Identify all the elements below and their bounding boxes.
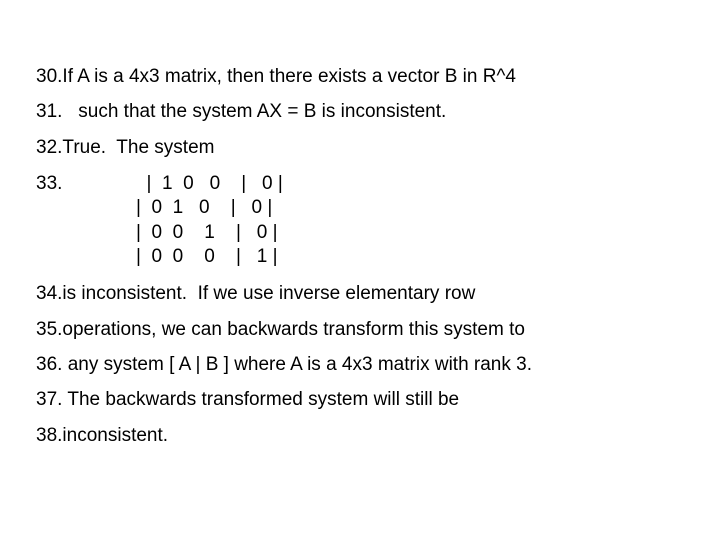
item-number: 34. — [36, 283, 62, 305]
item-text: operations, we can backwards transform t… — [62, 319, 525, 340]
item-number: 38. — [36, 425, 62, 447]
item-number: 36. — [36, 354, 62, 376]
list-item: 35.operations, we can backwards transfor… — [36, 319, 684, 341]
item-text: such that the system AX = B is inconsist… — [62, 101, 446, 122]
list-item: 30.If A is a 4x3 matrix, then there exis… — [36, 66, 684, 88]
item-text: If A is a 4x3 matrix, then there exists … — [62, 66, 516, 87]
matrix-row-text: | 0 1 0 | 0 | — [136, 197, 272, 218]
matrix-row: 33. | 1 0 0 | 0 | — [36, 172, 684, 196]
list-item: 32.True. The system — [36, 137, 684, 159]
item-number: 33. — [36, 172, 136, 196]
item-number: 35. — [36, 319, 62, 341]
item-text: any system [ A | B ] where A is a 4x3 ma… — [62, 354, 532, 375]
item-text: True. The system — [62, 137, 214, 158]
item-number: 37. — [36, 389, 62, 411]
matrix-row: | 0 0 0 | 1 | — [36, 245, 684, 269]
item-text: is inconsistent. If we use inverse eleme… — [62, 283, 475, 304]
item-number: 32. — [36, 137, 62, 159]
list-item: 34.is inconsistent. If we use inverse el… — [36, 283, 684, 305]
item-text: inconsistent. — [62, 425, 168, 446]
matrix-row-text: | 1 0 0 | 0 | — [136, 173, 283, 194]
item-number: 31. — [36, 101, 62, 123]
matrix-row-text: | 0 0 0 | 1 | — [136, 246, 278, 267]
matrix-row-text: | 0 0 1 | 0 | — [136, 222, 278, 243]
matrix-block: 33. | 1 0 0 | 0 | | 0 1 0 | 0 | | 0 0 1 … — [36, 172, 684, 269]
list-item: 31. such that the system AX = B is incon… — [36, 101, 684, 123]
matrix-row: | 0 0 1 | 0 | — [36, 221, 684, 245]
document-page: 30.If A is a 4x3 matrix, then there exis… — [0, 0, 720, 447]
list-item: 36. any system [ A | B ] where A is a 4x… — [36, 354, 684, 376]
list-item: 38.inconsistent. — [36, 425, 684, 447]
item-number: 30. — [36, 66, 62, 88]
list-item: 37. The backwards transformed system wil… — [36, 389, 684, 411]
matrix-row: | 0 1 0 | 0 | — [36, 196, 684, 220]
item-text: The backwards transformed system will st… — [62, 389, 459, 410]
